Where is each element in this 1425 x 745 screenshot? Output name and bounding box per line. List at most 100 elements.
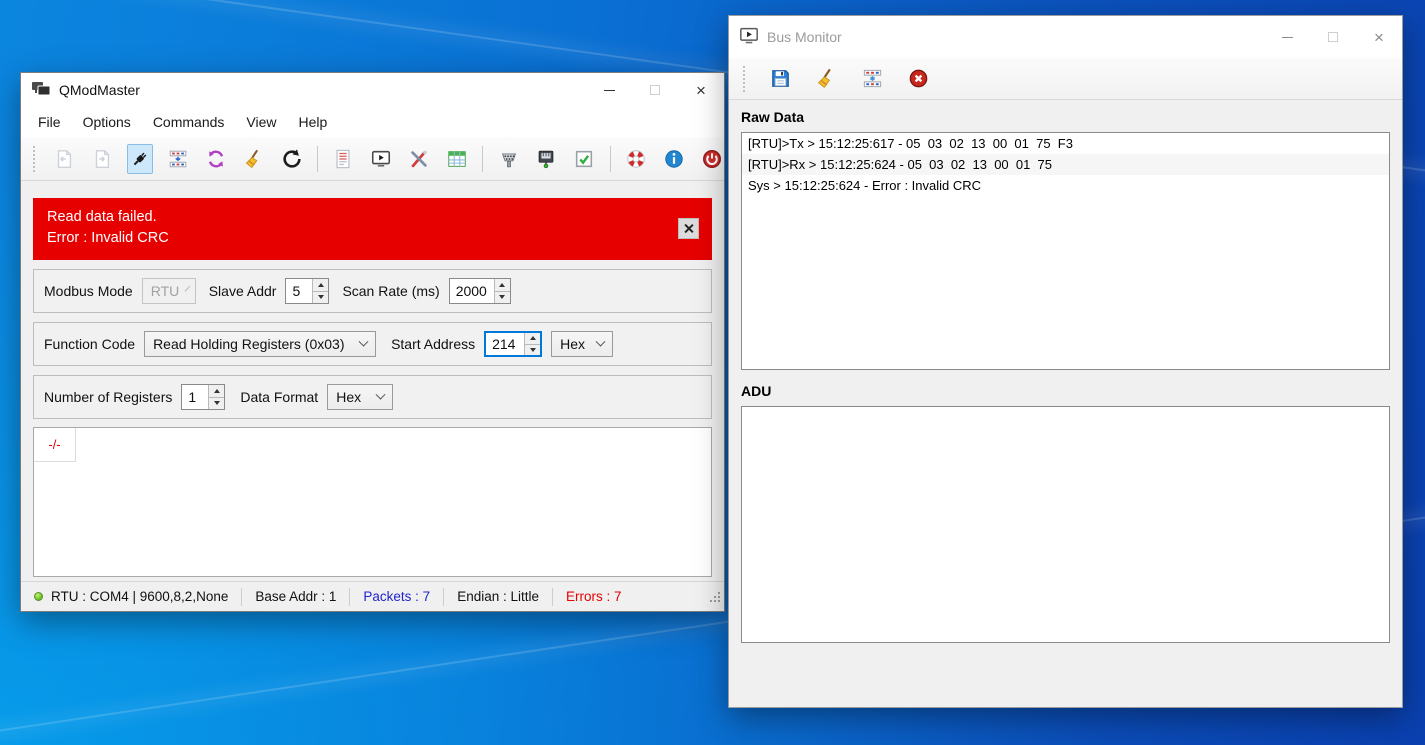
raw-data-label: Raw Data (741, 109, 805, 125)
chevron-down-icon (358, 336, 369, 347)
reset-counters-icon[interactable] (279, 144, 304, 174)
close-icon: × (696, 80, 706, 100)
function-code-combo[interactable]: Read Holding Registers (0x03) (144, 331, 377, 357)
registers-data-table[interactable]: -/- (33, 427, 712, 577)
modbus-scan-rate-icon[interactable] (166, 144, 191, 174)
clear-log-icon[interactable] (811, 64, 841, 94)
spin-up-icon[interactable] (494, 279, 510, 291)
bus-monitor-window: Bus Monitor × Raw Data [RTU]>Tx > 15:12:… (728, 15, 1403, 708)
slave-addr-label: Slave Addr (208, 283, 277, 299)
menu-options[interactable]: Options (72, 109, 142, 135)
address-base-value: Hex (560, 336, 586, 352)
qmodmaster-window: QModMaster × File Options Commands View … (20, 72, 725, 612)
maximize-button[interactable] (632, 73, 678, 107)
about-icon[interactable] (624, 144, 649, 174)
modbus-mode-value: RTU (150, 283, 180, 299)
raw-data-list[interactable]: [RTU]>Tx > 15:12:25:617 - 05 03 02 13 00… (741, 132, 1390, 370)
modbus-mode-combo[interactable]: RTU (141, 278, 196, 304)
minimize-icon (1281, 36, 1293, 38)
scan-rate-label: Scan Rate (ms) (342, 283, 440, 299)
scan-rate-icon[interactable] (857, 64, 887, 94)
save-log-icon[interactable] (765, 64, 795, 94)
chevron-down-icon (184, 285, 191, 291)
resize-grip[interactable] (709, 591, 720, 602)
status-connection: RTU : COM4 | 9600,8,2,None (21, 588, 241, 606)
close-button[interactable]: × (678, 73, 724, 107)
minimize-button[interactable] (1264, 16, 1310, 58)
spin-up-icon[interactable] (525, 333, 541, 344)
modbus-mode-row: Modbus Mode RTU Slave Addr 5 Scan Rate (… (33, 269, 712, 313)
spin-down-icon[interactable] (313, 290, 329, 303)
scan-loop-icon[interactable] (203, 144, 228, 174)
connect-icon[interactable] (127, 143, 153, 174)
status-connection-text: RTU : COM4 | 9600,8,2,None (51, 589, 229, 604)
raw-data-line[interactable]: [RTU]>Tx > 15:12:25:617 - 05 03 02 13 00… (742, 133, 1389, 154)
minimize-icon (603, 89, 615, 91)
serial-rtu-settings-icon[interactable] (496, 144, 521, 174)
menu-commands[interactable]: Commands (142, 109, 236, 135)
desktop-wallpaper: QModMaster × File Options Commands View … (0, 0, 1425, 745)
menu-view[interactable]: View (235, 109, 287, 135)
scan-rate-spinbox[interactable]: 2000 (448, 278, 511, 304)
info-icon[interactable] (661, 144, 686, 174)
start-address-spinbox[interactable]: 214 (484, 331, 543, 357)
bus-monitor-toolbar (729, 58, 1402, 100)
chevron-down-icon (595, 336, 606, 347)
slave-addr-spinbox[interactable]: 5 (285, 278, 330, 304)
close-icon: × (1374, 27, 1384, 47)
num-registers-spinbox[interactable]: 1 (181, 384, 226, 410)
adu-panel[interactable] (741, 406, 1390, 643)
raw-data-line[interactable]: Sys > 15:12:25:624 - Error : Invalid CRC (742, 175, 1389, 196)
spin-buttons (312, 279, 329, 303)
minimize-button[interactable] (586, 73, 632, 107)
save-session-icon[interactable] (90, 144, 115, 174)
num-registers-value: 1 (188, 389, 197, 405)
bus-monitor-titlebar[interactable]: Bus Monitor × (729, 16, 1402, 58)
bus-monitor-icon[interactable] (369, 144, 394, 174)
tcp-settings-icon[interactable] (534, 144, 559, 174)
apply-settings-icon[interactable] (572, 144, 597, 174)
address-base-combo[interactable]: Hex (551, 331, 614, 357)
bus-monitor-app-icon (739, 27, 759, 48)
registers-table-icon[interactable] (444, 144, 469, 174)
qmodmaster-window-title: QModMaster (59, 82, 140, 98)
spin-buttons (493, 279, 510, 303)
scan-rate-value: 2000 (455, 283, 487, 299)
status-errors: Errors : 7 (552, 587, 635, 606)
maximize-button[interactable] (1310, 16, 1356, 58)
menu-file[interactable]: File (27, 109, 72, 135)
modbus-mode-label: Modbus Mode (44, 283, 133, 299)
open-log-icon[interactable] (331, 144, 356, 174)
clear-data-icon[interactable] (241, 144, 266, 174)
spin-down-icon[interactable] (525, 343, 541, 355)
exit-icon[interactable] (699, 144, 724, 174)
maximize-icon (650, 85, 660, 95)
adu-label: ADU (741, 383, 772, 399)
load-session-icon[interactable] (52, 144, 77, 174)
main-toolbar (21, 137, 724, 181)
toolbar-separator (317, 145, 318, 172)
registers-row: Number of Registers 1 Data Format Hex (33, 375, 712, 419)
settings-tools-icon[interactable] (407, 144, 432, 174)
data-format-combo[interactable]: Hex (327, 384, 394, 410)
toolbar-drag-handle[interactable] (33, 145, 37, 172)
spin-down-icon[interactable] (494, 290, 510, 303)
spin-down-icon[interactable] (209, 396, 225, 409)
toolbar-drag-handle[interactable] (743, 65, 747, 92)
start-address-value: 214 (492, 336, 516, 352)
error-banner-line2: Error : Invalid CRC (47, 230, 169, 246)
spin-buttons (524, 333, 541, 355)
menu-help[interactable]: Help (288, 109, 339, 135)
toolbar-separator (482, 145, 484, 172)
raw-data-line[interactable]: [RTU]>Rx > 15:12:25:624 - 05 03 02 13 00… (742, 154, 1389, 175)
error-banner-close-button[interactable] (678, 218, 699, 239)
stop-monitor-icon[interactable] (903, 64, 933, 94)
close-button[interactable]: × (1356, 16, 1402, 58)
num-registers-label: Number of Registers (44, 389, 173, 405)
qmodmaster-titlebar[interactable]: QModMaster × (21, 73, 724, 107)
register-cell[interactable]: -/- (34, 428, 76, 462)
spin-up-icon[interactable] (313, 279, 329, 291)
function-code-row: Function Code Read Holding Registers (0x… (33, 322, 712, 366)
spin-up-icon[interactable] (209, 385, 225, 397)
data-format-value: Hex (336, 389, 362, 405)
